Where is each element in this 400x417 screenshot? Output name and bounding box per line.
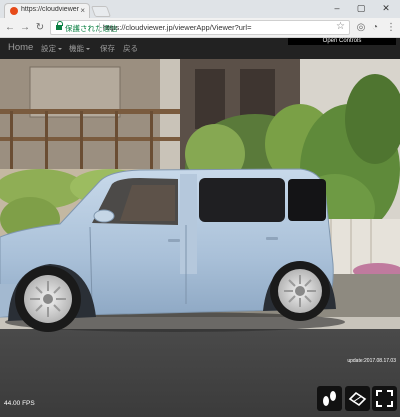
nav-settings[interactable]: 設定 [41, 43, 62, 54]
extension-icon-2[interactable]: ◔ [368, 20, 382, 36]
fullscreen-icon [376, 390, 393, 407]
car-view-icon [348, 391, 367, 407]
dark-window [195, 69, 225, 129]
nav-back[interactable]: 戻る [123, 43, 138, 54]
new-tab-button[interactable] [90, 6, 112, 17]
fullscreen-button[interactable] [372, 386, 397, 411]
tab-strip: https://cloudviewer.jp/ × – ▢ ✕ [0, 0, 400, 18]
minimize-icon[interactable]: – [326, 0, 348, 16]
lock-icon [56, 21, 63, 32]
close-window-icon[interactable]: ✕ [375, 0, 397, 16]
chevron-down-icon [86, 48, 90, 51]
address-bar: ← → ↻ 保護された通信 https://cloudviewer.jp/vie… [0, 18, 400, 38]
nav-functions-label: 機能 [69, 44, 84, 53]
bookmark-star-icon[interactable]: ☆ [336, 21, 345, 32]
tab-title: https://cloudviewer.jp/ [21, 6, 79, 13]
walk-icon [323, 391, 336, 406]
rear-side-window [199, 178, 285, 222]
maximize-icon[interactable]: ▢ [350, 0, 372, 16]
menu-icon[interactable]: ⋮ [384, 20, 398, 36]
3d-scene [0, 59, 400, 417]
tab-close-icon[interactable]: × [80, 5, 85, 17]
reload-icon[interactable]: ↻ [33, 21, 47, 35]
url-text: https://cloudviewer.jp/viewerApp/Viewer?… [103, 23, 252, 32]
nav-functions[interactable]: 機能 [69, 43, 90, 54]
favicon-icon [10, 7, 18, 15]
url-divider [99, 23, 100, 33]
front-wheel [15, 266, 81, 332]
nav-save[interactable]: 保存 [100, 43, 115, 54]
nav-settings-label: 設定 [41, 44, 56, 53]
extension-icon[interactable]: ◎ [354, 20, 368, 36]
rear-wheel [270, 261, 330, 321]
update-stamp: update:2017.08.17.03 [347, 358, 396, 364]
back-icon[interactable]: ← [3, 21, 17, 35]
open-controls-button[interactable]: Open Controls [288, 38, 396, 45]
home-link[interactable]: Home [8, 42, 33, 53]
walk-mode-button[interactable] [317, 386, 342, 411]
rear-window [288, 179, 326, 221]
forward-icon[interactable]: → [18, 21, 32, 35]
browser-tab[interactable]: https://cloudviewer.jp/ × [4, 3, 90, 18]
viewer-canvas[interactable]: update:2017.08.17.03 44.00 FPS [0, 59, 400, 417]
fps-counter: 44.00 FPS [4, 400, 35, 407]
url-input[interactable]: 保護された通信 https://cloudviewer.jp/viewerApp… [50, 20, 350, 35]
browser-chrome: https://cloudviewer.jp/ × – ▢ ✕ ← → ↻ 保護… [0, 0, 400, 38]
car-view-button[interactable] [345, 386, 370, 411]
chevron-down-icon [58, 48, 62, 51]
